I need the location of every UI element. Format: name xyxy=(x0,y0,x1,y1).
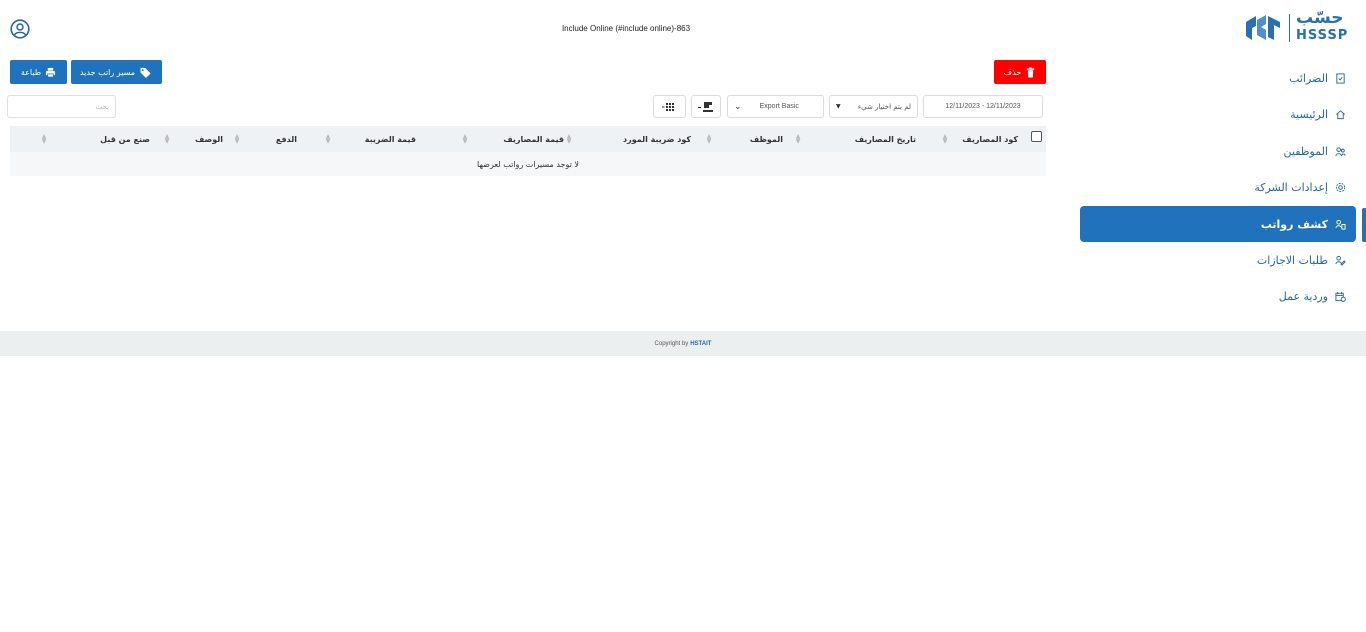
active-indicator xyxy=(1362,208,1366,242)
sidebar-item-home[interactable]: الرئيسية xyxy=(1080,97,1356,134)
column-header[interactable]: صنع من قبل xyxy=(100,126,150,152)
sidebar-nav: الضرائب الرئيسية الموظفين إعدادات الشركة… xyxy=(1080,60,1356,315)
sidebar-item-label: إعدادات الشركة xyxy=(1254,181,1328,195)
printer-icon xyxy=(46,67,56,77)
sort-icon[interactable]: ▲ ▼ xyxy=(566,134,572,145)
table-header: كود المصاريف ▲ ▼ تاريخ المصاريف ▲ ▼ الموظف… xyxy=(10,126,1046,152)
user-profile-icon[interactable] xyxy=(10,19,30,39)
columns-toggle-button[interactable] xyxy=(653,95,686,118)
logo-mark-icon xyxy=(1246,15,1280,40)
sidebar-item-work-shift[interactable]: وردية عمل xyxy=(1080,279,1356,316)
sidebar-item-company-settings[interactable]: إعدادات الشركة xyxy=(1080,170,1356,207)
chevron-down-icon: ⌄ xyxy=(734,101,742,112)
company-settings-icon xyxy=(1334,182,1346,194)
print-button-label: طباعة xyxy=(20,67,42,77)
export-type-value: Export Basic xyxy=(759,103,799,110)
sidebar: حسّب HSSSP الضرائب الرئيسية الموظفين إعد… xyxy=(1076,0,1366,320)
sort-icon[interactable]: ▲ ▼ xyxy=(325,134,331,145)
shift-calendar-icon xyxy=(1334,291,1346,303)
sort-icon[interactable]: ▲ ▼ xyxy=(706,134,712,145)
sort-icon[interactable]: ▲ ▼ xyxy=(462,134,468,145)
page-title: Include Online (#include online)-863 xyxy=(561,24,691,33)
logo-divider xyxy=(1289,14,1290,42)
column-header[interactable]: قيمة الضريبة xyxy=(365,126,416,152)
copyright-text: Copyright by xyxy=(654,340,689,347)
sidebar-item-label: الضرائب xyxy=(1289,71,1328,85)
grid-icon xyxy=(661,102,674,111)
sidebar-item-label: الموظفين xyxy=(1283,144,1328,158)
leave-requests-icon xyxy=(1334,254,1346,266)
new-payslip-button[interactable]: مسير راتب جديد xyxy=(71,60,162,84)
new-payslip-label: مسير راتب جديد xyxy=(79,67,136,77)
sidebar-item-leave-requests[interactable]: طلبات الاجازات xyxy=(1080,242,1356,279)
column-header[interactable]: تاريخ المصاريف xyxy=(855,126,916,152)
column-header[interactable]: الوصف xyxy=(195,126,223,152)
sidebar-item-label: طلبات الاجازات xyxy=(1256,253,1328,267)
footer: Copyright by HSTAIT xyxy=(0,331,1366,356)
sidebar-item-label: وردية عمل xyxy=(1278,290,1328,304)
sidebar-item-label: الرئيسية xyxy=(1290,108,1328,122)
logo-arabic-text: حسّب xyxy=(1296,8,1344,28)
sidebar-item-employees[interactable]: الموظفين xyxy=(1080,133,1356,170)
download-icon xyxy=(698,101,713,112)
logo-latin-text: HSSSP xyxy=(1296,28,1349,43)
sort-icon[interactable]: ▲ ▼ xyxy=(942,134,948,145)
delete-button-label: حذف xyxy=(1003,67,1022,77)
print-button[interactable]: طباعة xyxy=(10,60,67,84)
table-empty-row: لا توجد مسيرات رواتب لعرضها xyxy=(10,152,1046,176)
column-header[interactable]: كود المصاريف xyxy=(962,126,1018,152)
export-dropdown-button[interactable] xyxy=(691,95,721,118)
filter-select[interactable]: لم يتم اختيار شيء ▼ xyxy=(829,95,918,118)
column-header[interactable]: كود ضريبة المورد xyxy=(623,126,691,152)
empty-message: لا توجد مسيرات رواتب لعرضها xyxy=(477,159,579,169)
column-header[interactable]: الدفع xyxy=(276,126,297,152)
payroll-table: كود المصاريف ▲ ▼ تاريخ المصاريف ▲ ▼ الموظف… xyxy=(10,126,1046,176)
select-all-checkbox[interactable] xyxy=(1031,131,1042,142)
column-header[interactable]: الموظف xyxy=(750,126,783,152)
sidebar-item-taxes[interactable]: الضرائب xyxy=(1080,60,1356,97)
date-range-picker[interactable]: 12/11/2023 - 12/11/2023 xyxy=(923,95,1043,118)
company-logo[interactable]: حسّب HSSSP xyxy=(1244,8,1356,46)
sort-icon[interactable]: ▲ ▼ xyxy=(234,134,240,145)
export-type-select[interactable]: ⌄ Export Basic xyxy=(727,95,824,118)
sort-icon[interactable]: ▲ ▼ xyxy=(795,134,801,145)
trash-icon xyxy=(1027,66,1035,78)
search-input[interactable] xyxy=(7,95,116,118)
footer-company-link[interactable]: HSTAIT xyxy=(690,341,711,347)
users-icon xyxy=(1334,145,1346,157)
sort-icon[interactable]: ▲ ▼ xyxy=(164,134,170,145)
filter-select-value: لم يتم اختيار شيء xyxy=(857,102,911,111)
delete-button[interactable]: حذف xyxy=(994,60,1046,84)
column-header[interactable]: قيمة المصاريف xyxy=(503,126,564,152)
sort-icon[interactable]: ▲ ▼ xyxy=(41,134,47,145)
tax-document-icon xyxy=(1334,72,1346,84)
caret-down-icon: ▼ xyxy=(836,103,841,110)
sidebar-item-payroll[interactable]: كشف رواتب xyxy=(1080,206,1356,242)
sidebar-item-label: كشف رواتب xyxy=(1260,217,1328,231)
home-icon xyxy=(1334,109,1346,121)
payroll-icon xyxy=(1334,218,1346,230)
tags-icon xyxy=(140,67,151,78)
